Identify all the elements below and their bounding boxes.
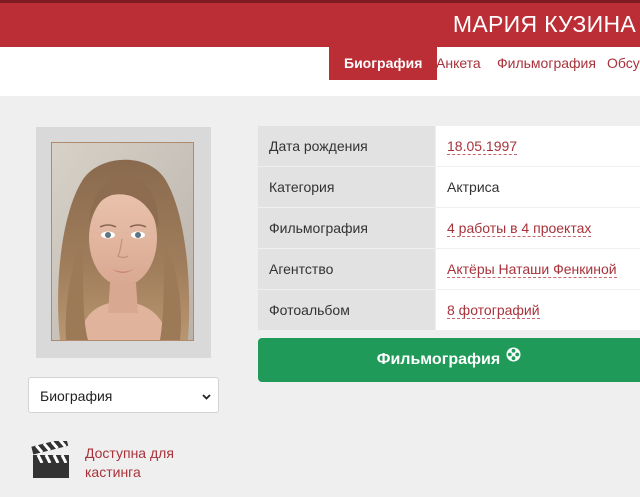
birthdate-link[interactable]: 18.05.1997 bbox=[447, 138, 518, 155]
info-row-category: Категория Актриса bbox=[258, 167, 640, 207]
info-value: Актриса bbox=[436, 167, 640, 207]
tab-filmography[interactable]: Фильмография bbox=[497, 47, 596, 80]
chevron-down-icon bbox=[201, 389, 212, 407]
tab-discussion[interactable]: Обсуж bbox=[607, 47, 640, 80]
info-label: Дата рождения bbox=[258, 126, 435, 166]
info-table: Дата рождения 18.05.1997 Категория Актри… bbox=[258, 126, 640, 331]
info-value[interactable]: 18.05.1997 bbox=[436, 126, 640, 166]
info-value[interactable]: Актёры Наташи Фенкиной bbox=[436, 249, 640, 289]
filmography-button[interactable]: Фильмография bbox=[258, 338, 640, 382]
info-value[interactable]: 4 работы в 4 проектах bbox=[436, 208, 640, 248]
profile-photo[interactable] bbox=[51, 142, 194, 341]
tab-bar: Биография Анкета Фильмография Обсуж bbox=[0, 47, 640, 96]
info-value[interactable]: 8 фотографий bbox=[436, 290, 640, 330]
section-select[interactable]: Биография bbox=[28, 377, 219, 413]
filmography-link[interactable]: 4 работы в 4 проектах bbox=[447, 220, 592, 237]
info-label: Фотоальбом bbox=[258, 290, 435, 330]
tab-questionnaire[interactable]: Анкета bbox=[436, 47, 481, 80]
casting-availability-link[interactable]: Доступна для кастинга bbox=[85, 444, 195, 482]
film-reel-icon bbox=[506, 336, 521, 380]
profile-header: МАРИЯ КУЗИНА bbox=[0, 0, 640, 47]
info-row-photoalbum: Фотоальбом 8 фотографий bbox=[258, 290, 640, 330]
tab-biography[interactable]: Биография bbox=[329, 47, 438, 80]
info-label: Категория bbox=[258, 167, 435, 207]
info-row-birthdate: Дата рождения 18.05.1997 bbox=[258, 126, 640, 166]
agency-link[interactable]: Актёры Наташи Фенкиной bbox=[447, 261, 617, 278]
info-row-filmography: Фильмография 4 работы в 4 проектах bbox=[258, 208, 640, 248]
info-label: Фильмография bbox=[258, 208, 435, 248]
category-value: Актриса bbox=[447, 179, 500, 195]
portrait-image bbox=[52, 143, 193, 340]
info-row-agency: Агентство Актёры Наташи Фенкиной bbox=[258, 249, 640, 289]
photoalbum-link[interactable]: 8 фотографий bbox=[447, 302, 540, 319]
filmography-button-label: Фильмография bbox=[376, 351, 501, 368]
clapperboard-icon bbox=[31, 437, 71, 484]
info-label: Агентство bbox=[258, 249, 435, 289]
photo-frame bbox=[36, 127, 211, 358]
section-select-value: Биография bbox=[40, 388, 113, 404]
profile-name: МАРИЯ КУЗИНА bbox=[452, 11, 636, 37]
